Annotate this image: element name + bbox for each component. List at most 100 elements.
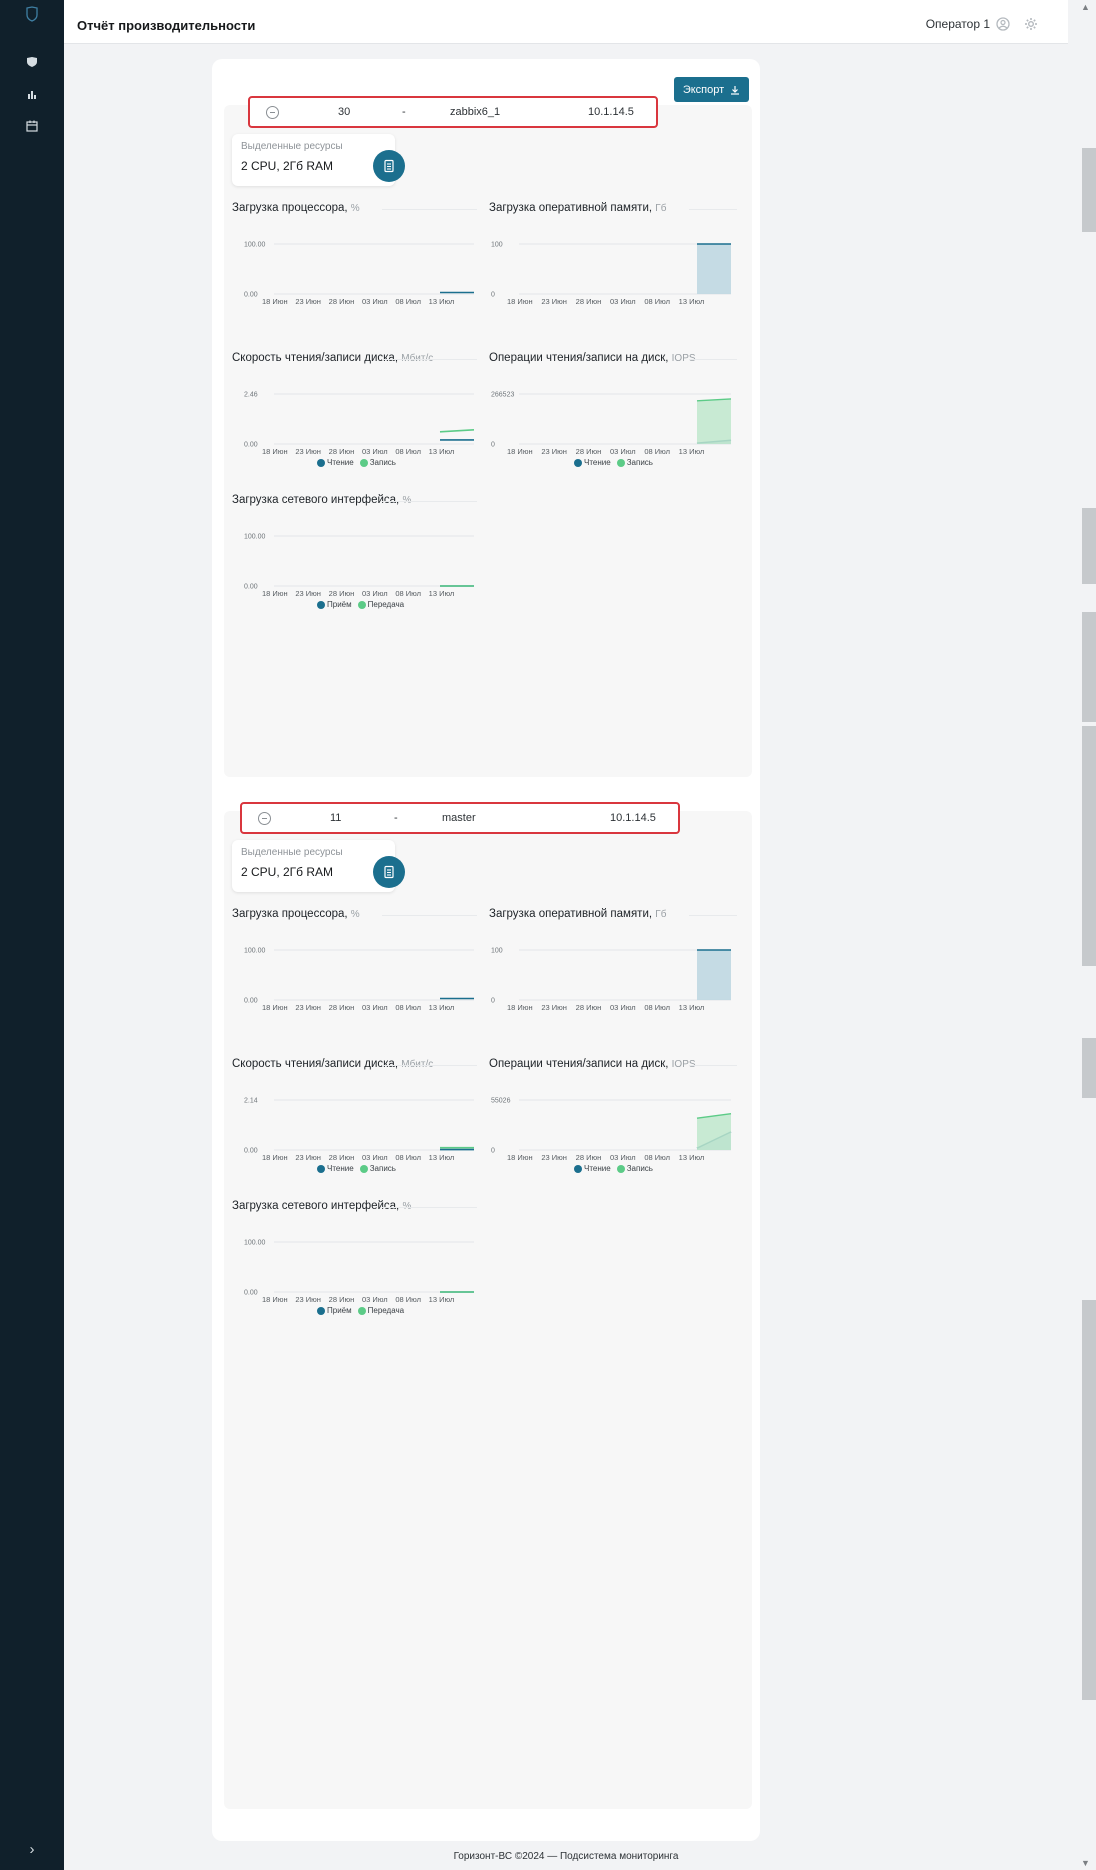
chart-title: Скорость чтения/записи диска, Мбит/с [232,352,433,364]
legend-item[interactable]: Запись [616,458,653,467]
chart-ram: Загрузка оперативной памяти, Гб 100 0 18 Ию… [489,202,739,322]
resources-card: Выделенные ресурсы 2 CPU, 2Гб RAM [232,134,405,186]
chart-plot: 100 0 18 Июн 23 Июн 28 Июн 03 Июл 08 Июл 13 Июл [491,242,731,304]
x-tick-label: 08 Июл [395,297,421,304]
legend-item[interactable]: Чтение [317,1164,354,1173]
shield-icon[interactable] [22,52,42,72]
resources-value: 2 CPU, 2Гб RAM [241,159,334,173]
bar-chart-icon[interactable] [22,84,42,104]
chart-disk_iops: Операции чтения/записи на диск, IOPS 5502… [489,1058,739,1178]
y-tick-label: 2.46 [244,392,258,399]
chart-disk_speed: Скорость чтения/записи диска, Мбит/с 2.14… [232,1058,482,1178]
minus-circle-icon[interactable] [258,812,271,825]
x-tick-label: 18 Июн [262,297,288,304]
legend-dot [357,1306,366,1315]
chart-title-rule [689,209,737,210]
chart-cpu: Загрузка процессора, % 100.00 0.00 18 Июн 23… [232,202,482,322]
y-tick-label: 0.00 [244,292,258,299]
x-tick-label: 28 Июн [329,447,355,454]
export-button[interactable]: Экспорт [674,77,749,102]
legend-dot [317,1164,325,1173]
scroll-up-icon[interactable]: ▲ [1081,2,1090,12]
user-name[interactable]: Оператор 1 [926,17,990,31]
y-tick-label: 0 [491,1148,495,1155]
legend-item[interactable]: Чтение [317,458,354,467]
chevron-right-icon[interactable]: › [22,1840,42,1860]
chart-title-text: Загрузка сетевого интерфейса, [232,1200,400,1212]
legend-item[interactable]: Передача [357,1306,405,1315]
chart-title-text: Скорость чтения/записи диска, [232,352,399,364]
legend-item[interactable]: Запись [616,1164,653,1173]
x-tick-label: 28 Июн [329,1295,355,1302]
legend-item[interactable]: Приём [317,1306,352,1315]
legend-label: Чтение [584,458,611,467]
x-tick-label: 03 Июл [362,447,388,454]
chart-net: Загрузка сетевого интерфейса, % 100.00 0.0… [232,494,482,614]
chart-title: Загрузка сетевого интерфейса, % [232,1200,411,1212]
legend-item[interactable]: Чтение [574,458,611,467]
chart-net: Загрузка сетевого интерфейса, % 100.00 0.0… [232,1200,482,1320]
chart-title-text: Операции чтения/записи на диск, [489,352,669,364]
vm-name: master [442,812,476,824]
vm-name: zabbix6_1 [450,106,501,118]
vm-header-row[interactable]: 30 - zabbix6_1 10.1.14.5 [248,96,658,128]
footer: Горизонт-ВС ©2024 — Подсистема мониторин… [453,1851,679,1862]
x-tick-label: 23 Июн [541,297,567,304]
page-scrollbar[interactable]: ▲ ▼ [1068,0,1096,1870]
x-tick-label: 23 Июн [295,1003,321,1010]
y-tick-label: 0 [491,442,495,449]
x-tick-label: 08 Июл [395,589,421,596]
x-tick-label: 03 Июл [362,297,388,304]
x-tick-label: 23 Июн [295,447,321,454]
legend-item[interactable]: Приём [317,600,352,609]
x-tick-label: 18 Июн [507,1003,533,1010]
x-tick-label: 08 Июл [644,297,670,304]
resources-label: Выделенные ресурсы [241,847,343,858]
chart-unit: % [350,203,360,214]
x-tick-label: 18 Июн [507,1153,533,1160]
scroll-thumb[interactable] [1082,148,1096,232]
topbar: Отчёт производительности Оператор 1 [64,0,1068,44]
chart-title-rule [382,209,477,210]
legend-dot [574,1164,582,1173]
legend-dot [359,1164,368,1173]
x-tick-label: 18 Июн [262,447,288,454]
chart-title: Загрузка оперативной памяти, Гб [489,908,666,920]
chart-legend: Чтение Запись [574,1164,653,1173]
chart-title-text: Загрузка процессора, [232,908,348,920]
x-tick-label: 08 Июл [644,1003,670,1010]
chart-title: Загрузка процессора, % [232,908,360,920]
minus-circle-icon[interactable] [266,106,279,119]
x-tick-label: 13 Июл [429,297,455,304]
legend-item[interactable]: Запись [359,1164,396,1173]
legend-label: Передача [367,1306,405,1315]
calendar-icon[interactable] [22,116,42,136]
x-tick-label: 08 Июл [644,1153,670,1160]
download-icon [731,85,740,95]
y-tick-label: 100.00 [244,948,266,955]
legend-label: Чтение [584,1164,611,1173]
gear-icon[interactable] [1024,17,1038,31]
chart-title: Операции чтения/записи на диск, IOPS [489,1058,696,1070]
chart-plot: 2.14 0.00 18 Июн 23 Июн 28 Июн 03 Июл 08 Июл 13… [244,1098,474,1160]
legend-item[interactable]: Чтение [574,1164,611,1173]
user-menu[interactable]: Оператор 1 [926,17,1038,31]
chart-title-rule [689,915,737,916]
user-circle-icon[interactable] [996,17,1010,31]
x-tick-label: 03 Июл [362,1153,388,1160]
x-tick-label: 28 Июн [576,1153,602,1160]
x-tick-label: 23 Июн [541,447,567,454]
legend-item[interactable]: Запись [359,458,396,467]
shield-logo-icon[interactable] [22,4,42,24]
vm-header-row[interactable]: 11 - master 10.1.14.5 [240,802,680,834]
chart-title-rule [382,359,477,360]
series-area-0 [697,950,731,1000]
x-tick-label: 03 Июл [362,1295,388,1302]
y-tick-label: 0 [491,292,495,299]
legend-item[interactable]: Передача [357,600,404,609]
chart-title-rule [382,915,477,916]
vm-id: 30 [338,106,351,118]
x-tick-label: 28 Июн [576,297,602,304]
x-tick-label: 18 Июн [262,589,288,596]
scroll-down-icon[interactable]: ▼ [1081,1858,1090,1868]
